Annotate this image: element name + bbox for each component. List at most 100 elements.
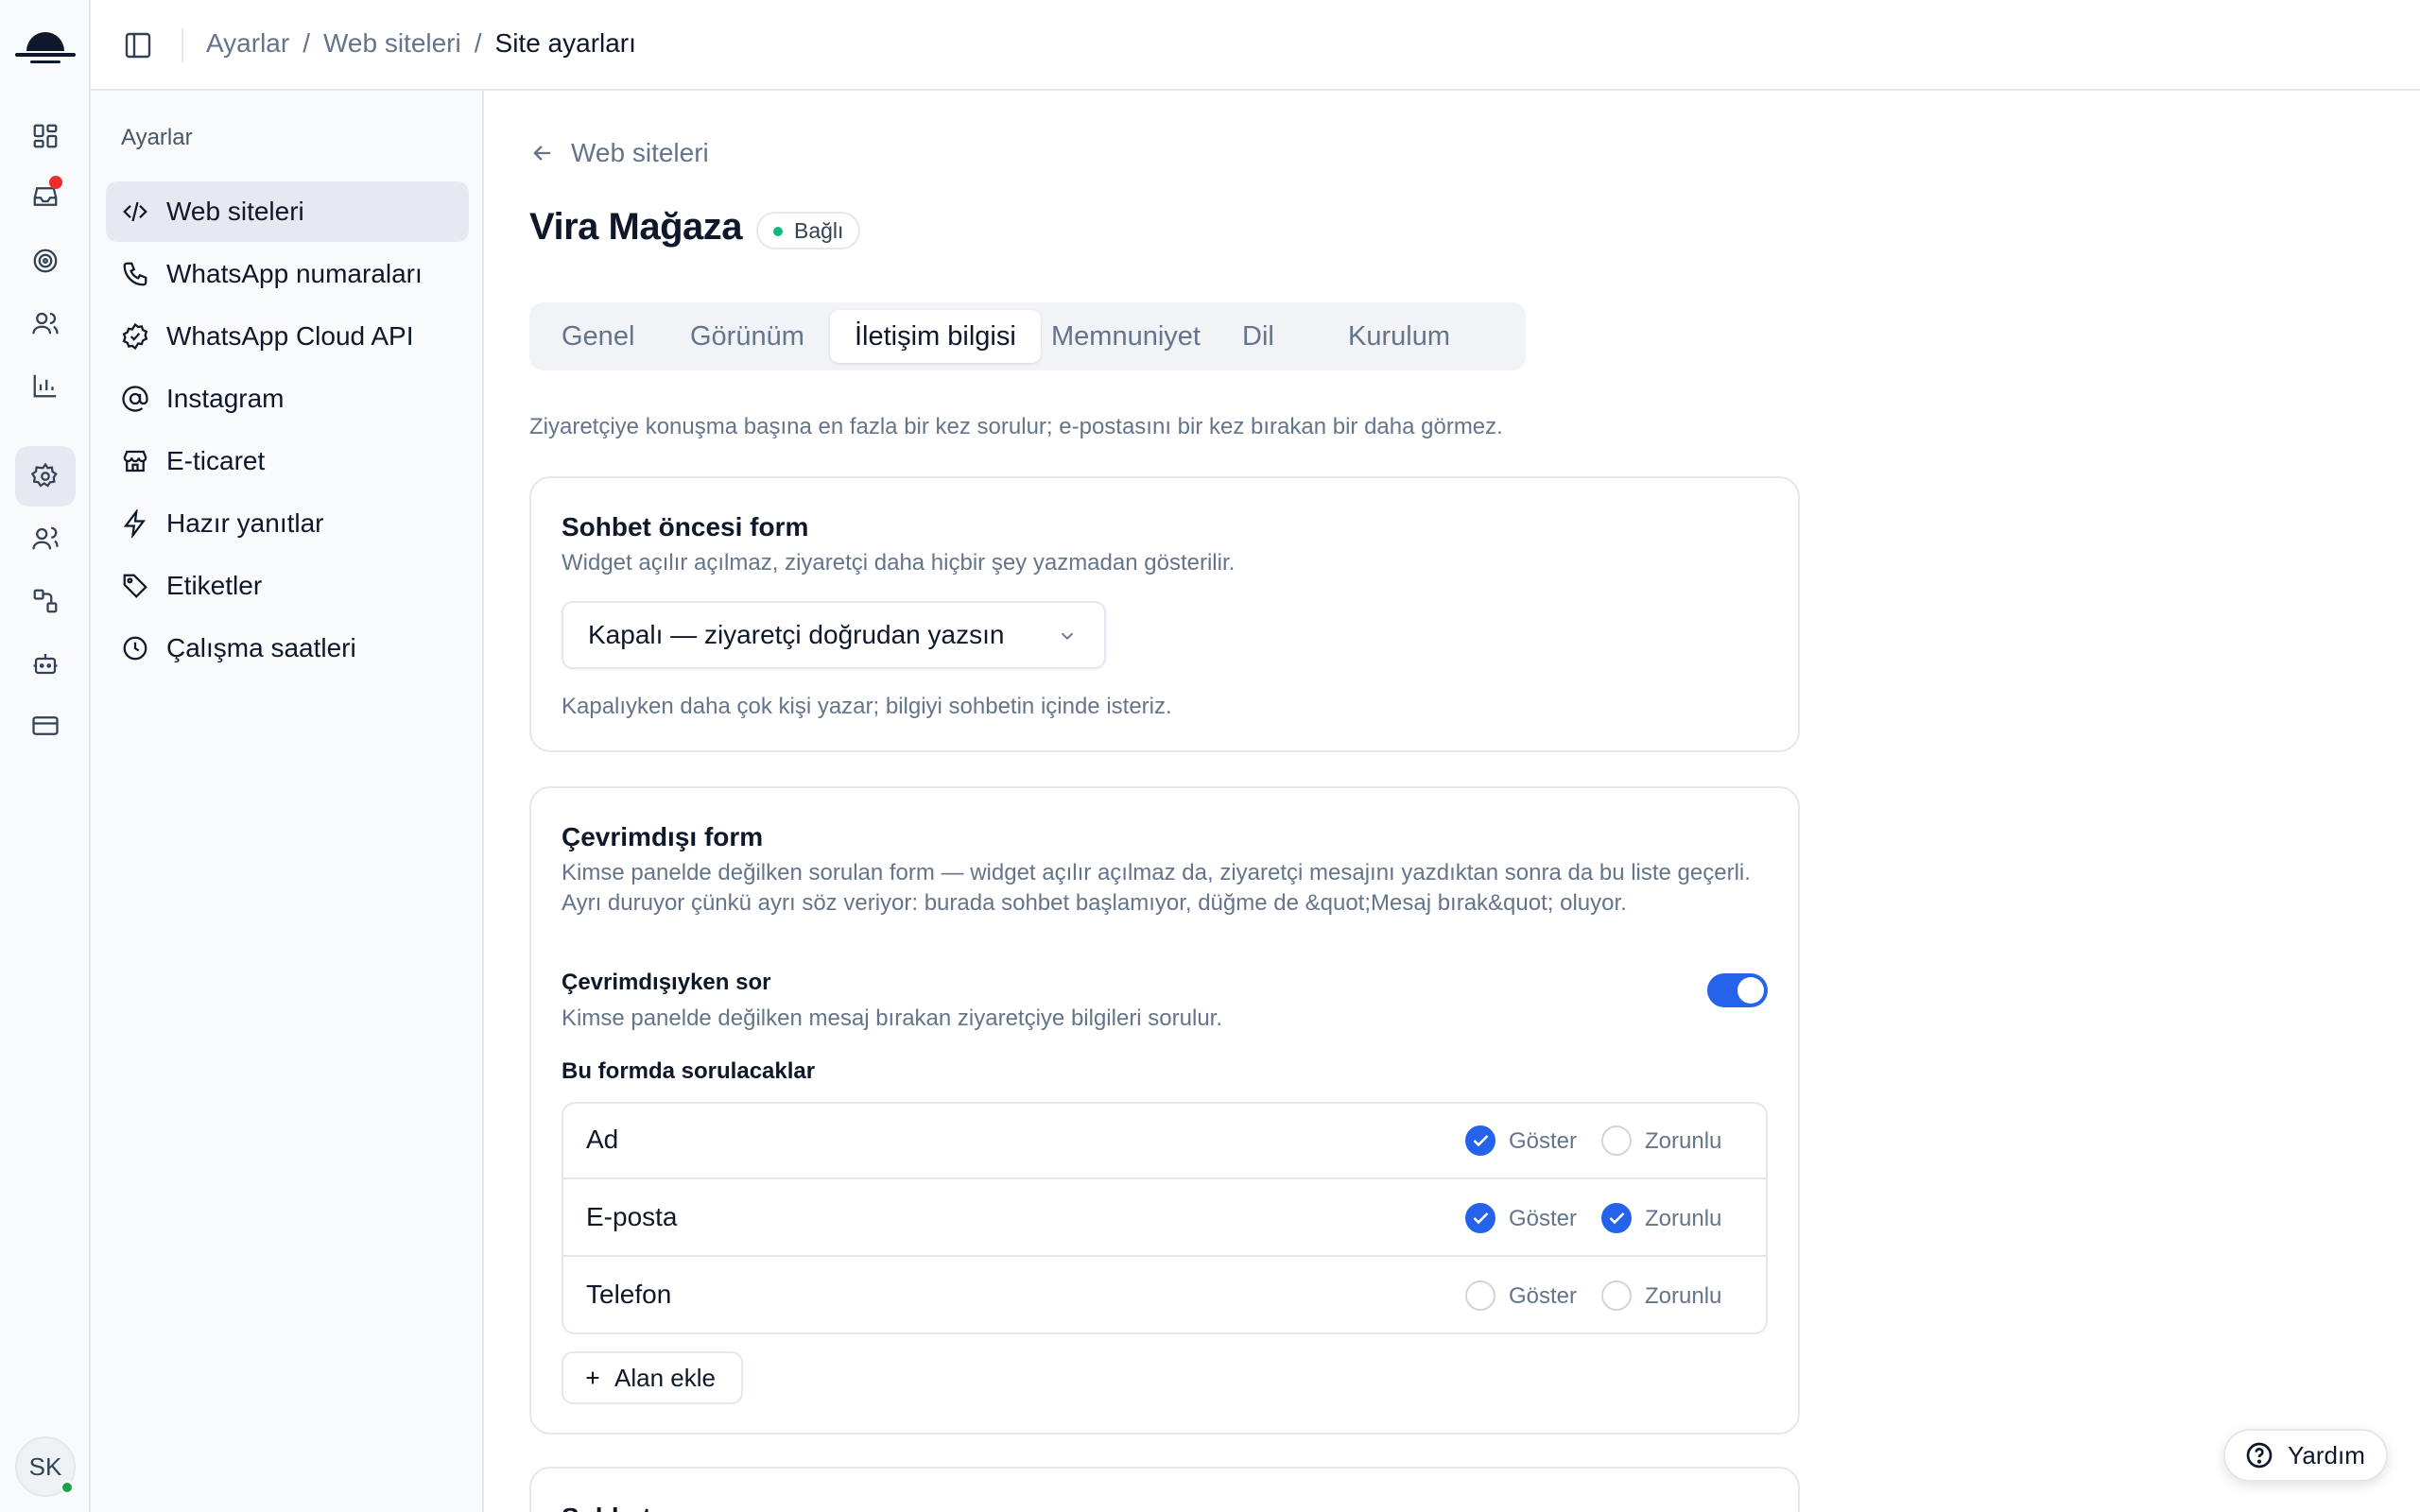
breadcrumb-separator: / xyxy=(474,28,482,58)
nav-item-label: Hazır yanıtlar xyxy=(166,508,324,538)
add-field-label: Alan ekle xyxy=(614,1363,716,1392)
code-icon xyxy=(123,201,147,222)
main-content: Web siteleri Vira Mağaza Bağlı Genel Gör… xyxy=(484,91,2420,1512)
badge-check-icon xyxy=(122,322,148,351)
sidebar-toggle-icon[interactable] xyxy=(123,30,153,60)
toggle-knob xyxy=(1737,977,1764,1004)
at-sign-icon xyxy=(122,386,148,412)
tab-contact-info[interactable]: İletişim bilgisi xyxy=(830,310,1041,363)
required-label: Zorunlu xyxy=(1645,1283,1722,1309)
show-label: Göster xyxy=(1509,1206,1578,1231)
offline-desc: Kimse panelde değilken sorulan form — wi… xyxy=(562,860,1751,916)
chevron-down-icon xyxy=(1061,632,1074,641)
team-icon[interactable] xyxy=(15,508,76,569)
fields-title: Bu formda sorulacaklar xyxy=(562,1058,816,1084)
nav-item-whatsapp-numbers[interactable]: WhatsApp numaraları xyxy=(106,244,469,304)
dashboard-icon[interactable] xyxy=(15,106,76,166)
select-value: Kapalı — ziyaretçi doğrudan yazsın xyxy=(588,620,1005,649)
field-name: E-posta xyxy=(586,1202,678,1231)
plus-icon xyxy=(586,1371,599,1384)
offline-title: Çevrimdışı form xyxy=(562,822,764,851)
table-row: Telefon Göster Zorunlu xyxy=(563,1259,1766,1332)
nav-item-label: Etiketler xyxy=(166,571,263,600)
clock-icon xyxy=(123,636,147,661)
required-checkbox[interactable] xyxy=(1601,1280,1632,1311)
nav-item-label: E-ticaret xyxy=(166,446,266,475)
prechat-desc: Widget açılır açılmaz, ziyaretçi daha hi… xyxy=(562,550,1236,576)
nav-item-whatsapp-cloud-api[interactable]: WhatsApp Cloud API xyxy=(106,306,469,367)
help-button[interactable]: Yardım xyxy=(2223,1429,2388,1482)
nav-item-tags[interactable]: Etiketler xyxy=(106,556,469,616)
logo-icon[interactable] xyxy=(15,19,76,72)
offline-toggle-label: Çevrimdışıyken sor xyxy=(562,970,771,995)
required-checkbox[interactable] xyxy=(1601,1125,1632,1156)
divider xyxy=(182,28,183,62)
app-rail: SK xyxy=(0,0,91,1512)
nav-item-ecommerce[interactable]: E-ticaret xyxy=(106,431,469,491)
tab-satisfaction[interactable]: Memnuniyet xyxy=(1027,310,1225,363)
nav-item-label: Instagram xyxy=(166,384,285,413)
table-row: E-posta Göster Zorunlu xyxy=(563,1181,1766,1257)
nav-item-instagram[interactable]: Instagram xyxy=(106,369,469,429)
tab-language[interactable]: Dil xyxy=(1218,310,1299,363)
status-label: Bağlı xyxy=(794,217,844,243)
offline-toggle-desc: Kimse panelde değilken mesaj bırakan ziy… xyxy=(562,1005,1223,1031)
tab-bar: Genel Görünüm İletişim bilgisi Memnuniye… xyxy=(529,302,1526,370)
breadcrumb-settings[interactable]: Ayarlar xyxy=(206,28,289,59)
billing-icon[interactable] xyxy=(15,696,76,756)
settings-nav-title: Ayarlar xyxy=(121,125,193,150)
offline-card: Çevrimdışı form Kimse panelde değilken s… xyxy=(529,786,1800,1435)
prechat-mode-select[interactable]: Kapalı — ziyaretçi doğrudan yazsın xyxy=(562,601,1106,669)
show-checkbox[interactable] xyxy=(1465,1280,1495,1311)
postchat-title: Sohbet sonrası xyxy=(562,1503,752,1512)
table-row: Ad Göster Zorunlu xyxy=(563,1104,1766,1179)
bot-icon[interactable] xyxy=(15,633,76,694)
zap-icon xyxy=(123,509,146,538)
offline-toggle[interactable] xyxy=(1707,973,1768,1007)
postchat-card: Sohbet sonrası xyxy=(529,1467,1800,1512)
help-circle-icon xyxy=(2246,1442,2273,1469)
tab-general[interactable]: Genel xyxy=(537,310,659,363)
field-name: Telefon xyxy=(586,1280,672,1309)
nav-item-label: WhatsApp numaraları xyxy=(166,259,423,288)
prechat-title: Sohbet öncesi form xyxy=(562,512,809,541)
nav-item-quick-replies[interactable]: Hazır yanıtlar xyxy=(106,493,469,554)
online-status-dot xyxy=(60,1481,74,1494)
show-label: Göster xyxy=(1509,1283,1578,1309)
required-label: Zorunlu xyxy=(1645,1128,1722,1154)
store-icon xyxy=(123,450,147,472)
target-icon[interactable] xyxy=(15,231,76,291)
contacts-icon[interactable] xyxy=(15,293,76,353)
chart-icon[interactable] xyxy=(15,355,76,416)
back-link[interactable]: Web siteleri xyxy=(529,138,709,168)
fields-table: Ad Göster Zorunlu E-posta Göster Zorunlu xyxy=(562,1102,1768,1334)
breadcrumb-current: Site ayarları xyxy=(494,28,636,58)
status-dot xyxy=(773,227,783,236)
add-field-button[interactable]: Alan ekle xyxy=(562,1351,743,1404)
required-label: Zorunlu xyxy=(1645,1206,1722,1231)
intro-text: Ziyaretçiye konuşma başına en fazla bir … xyxy=(529,414,1503,439)
field-name: Ad xyxy=(586,1125,619,1154)
phone-icon xyxy=(123,262,147,286)
required-checkbox[interactable] xyxy=(1601,1203,1632,1233)
show-checkbox[interactable] xyxy=(1465,1203,1495,1233)
page-title: Vira Mağaza xyxy=(529,206,743,248)
nav-item-label: WhatsApp Cloud API xyxy=(166,321,414,351)
arrow-left-icon xyxy=(533,146,551,161)
breadcrumb: Ayarlar / Web siteleri / Site ayarları xyxy=(206,28,636,59)
tab-appearance[interactable]: Görünüm xyxy=(666,310,829,363)
nav-item-label: Web siteleri xyxy=(166,197,304,226)
prechat-card: Sohbet öncesi form Widget açılır açılmaz… xyxy=(529,476,1800,752)
tab-setup[interactable]: Kurulum xyxy=(1323,310,1475,363)
inbox-icon[interactable] xyxy=(15,166,76,227)
settings-icon[interactable] xyxy=(15,446,76,507)
nav-item-websites[interactable]: Web siteleri xyxy=(106,181,469,242)
top-bar: Ayarlar / Web siteleri / Site ayarları xyxy=(91,0,2420,91)
breadcrumb-websites[interactable]: Web siteleri xyxy=(323,28,461,59)
nav-item-working-hours[interactable]: Çalışma saatleri xyxy=(106,618,469,679)
show-checkbox[interactable] xyxy=(1465,1125,1495,1156)
workflow-icon[interactable] xyxy=(15,571,76,631)
help-label: Yardım xyxy=(2288,1440,2365,1469)
nav-item-label: Çalışma saatleri xyxy=(166,633,356,662)
breadcrumb-separator: / xyxy=(302,28,310,58)
